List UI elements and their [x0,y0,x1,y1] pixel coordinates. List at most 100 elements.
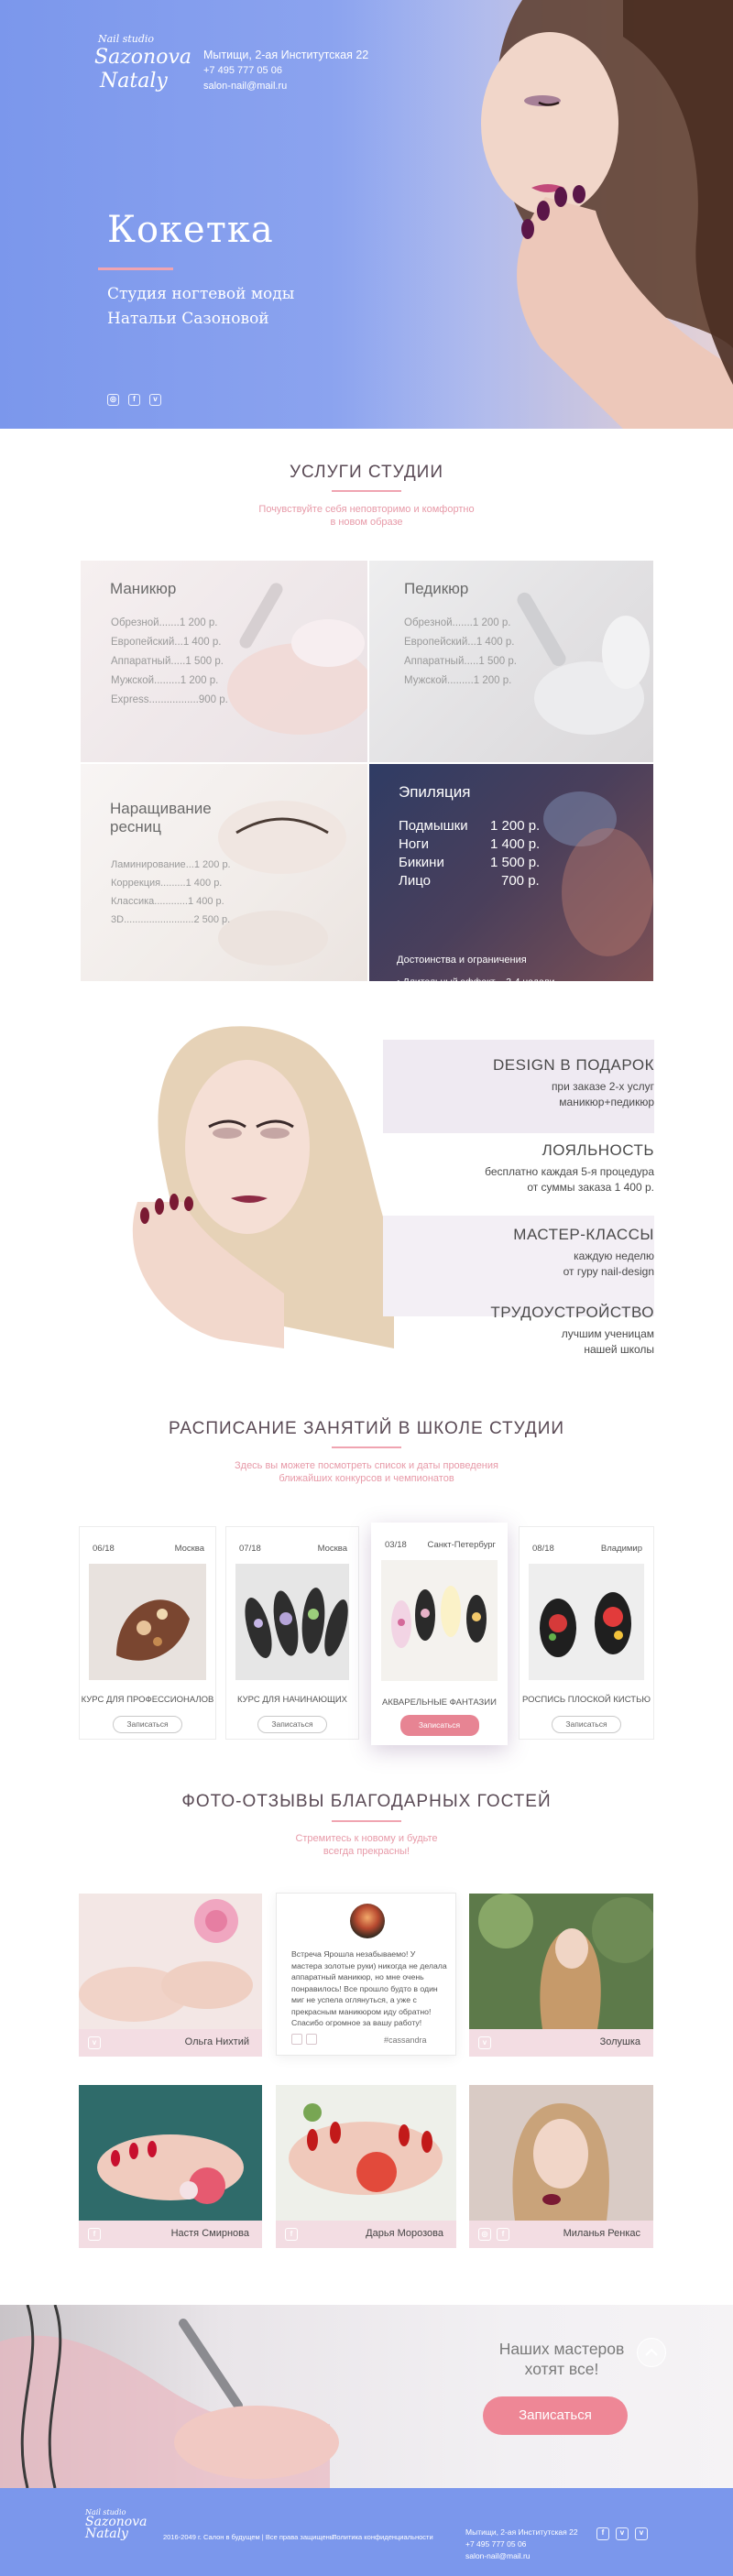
review-photo [79,2085,262,2221]
services-subtitle: Почувствуйте себя неповторимо и комфортн… [229,503,504,529]
facebook-icon[interactable] [306,2034,317,2045]
hero-email[interactable]: salon-nail@mail.ru [203,79,368,94]
hero-title: Кокетка [107,209,274,251]
promo-text: лучшим ученицам нашей школы [490,1326,654,1358]
facebook-icon[interactable]: f [128,394,140,406]
schedule-course-name: РОСПИСЬ ПЛОСКОЙ КИСТЬЮ [522,1695,651,1705]
schedule-date: 07/18 [239,1544,261,1554]
lashes-title: Наращивание ресниц [110,800,212,836]
logo[interactable]: Nail studio Sazonova Nataly [87,33,191,97]
cta-text-line2: хотят все! [524,2360,599,2378]
review-footer: v Ольга Нихтий [79,2029,262,2057]
price-name: Ноги [399,836,430,852]
footer-policy-link[interactable]: Политика конфиденциальности [332,2533,433,2541]
vk-icon[interactable]: v [616,2527,629,2540]
promo-item-loyalty: ЛОЯЛЬНОСТЬ бесплатно каждая 5-я процедур… [485,1141,654,1195]
service-card-manicure[interactable]: Маникюр Обрезной....... 1 200 р. Европейс… [81,561,367,762]
facebook-icon[interactable]: f [285,2228,298,2241]
review-card[interactable]: v Ольга Нихтий [79,1894,262,2057]
hero-subtitle-line2: Натальи Сазоновой [107,310,269,328]
promo-head: МАСТЕР-КЛАССЫ [513,1226,654,1243]
schedule-date: 03/18 [385,1540,407,1550]
price-name: Обрезной [111,617,159,628]
epilation-advantages: • Длительный эффект – 3-4 недели • Низка… [397,975,632,1019]
review-author: Ольга Нихтий [184,2036,249,2047]
review-card[interactable]: f Дарья Морозова [276,2085,456,2248]
schedule-card-featured[interactable]: 03/18 Санкт-Петербург АКВАРЕЛЬНЫЕ ФАНТАЗ… [371,1523,508,1745]
promo-head: DESIGN В ПОДАРОК [493,1056,654,1074]
signup-button-primary[interactable]: Записаться [399,1715,479,1736]
promo-text-line: каждую неделю [574,1250,654,1262]
promo-text-line: при заказе 2-х услуг [551,1080,654,1093]
price-value: 1 500 р. [478,656,517,667]
promo-item-masterclass: МАСТЕР-КЛАССЫ каждую неделю от гуру nail-… [513,1226,654,1280]
schedule-city: Санкт-Петербург [427,1540,496,1550]
review-card[interactable]: f Настя Смирнова [79,2085,262,2248]
footer-address: Мытищи, 2-ая Институтская 22 [465,2527,578,2537]
vk-icon[interactable]: v [478,2036,491,2049]
review-card[interactable]: ◎ f Миланья Ренкас [469,2085,653,2248]
review-photo [276,2085,456,2221]
facebook-icon[interactable]: f [497,2228,509,2241]
chevron-up-icon [645,2348,658,2356]
review-photo [79,1894,262,2029]
price-value: 1 200 р. [473,675,512,686]
service-card-lashes[interactable]: Наращивание ресниц Ламинирование... 1 200… [81,764,367,981]
lashes-title-line2: ресниц [110,818,162,835]
cta-manicure-image [0,2305,339,2488]
price-value: 2 500 р. [193,914,231,925]
review-quote: Встреча Ярошла незабываемо! У мастера зо… [291,1949,447,2027]
schedule-city: Москва [317,1544,347,1554]
hero-divider [98,267,173,270]
footer-email[interactable]: salon-nail@mail.ru [465,2550,578,2562]
review-author: Настя Смирнова [170,2228,249,2239]
vk-icon[interactable]: v [88,2036,101,2049]
price-row: Ноги 1 400 р. [399,835,540,854]
price-row: Обрезной....... 1 200 р. [404,614,517,633]
price-value: 1 200 р. [180,675,219,686]
vk-icon[interactable]: v [635,2527,648,2540]
schedule-card[interactable]: 08/18 Владимир РОСПИСЬ ПЛОСКОЙ КИСТЬЮ За… [519,1526,654,1740]
price-value: 1 200 р. [472,617,511,628]
facebook-icon[interactable]: f [596,2527,609,2540]
price-value: 1 500 р. [490,855,541,870]
service-card-epilation[interactable]: Эпиляция Подмышки 1 200 р. Ноги 1 400 р. Б… [369,764,653,981]
hero-phone[interactable]: +7 495 777 05 06 [203,63,368,79]
price-name: Классика [111,896,155,907]
schedule-subtitle-line1: Здесь вы можете посмотреть список и даты… [235,1460,498,1471]
schedule-card[interactable]: 06/18 Москва КУРС ДЛЯ ПРОФЕССИОНАЛОВ Зап… [79,1526,216,1740]
review-card[interactable]: v Золушка [469,1894,653,2057]
scroll-up-button[interactable] [637,2338,666,2367]
advantage-item: • Низкая вероятность врастания волос [397,991,571,1002]
schedule-card[interactable]: 07/18 Москва КУРС ДЛЯ НАЧИНАЮЩИХ Записат… [225,1526,359,1740]
price-row: Мужской......... 1 200 р. [404,671,517,691]
advantage-item: • Длительный эффект – 3-4 недели [397,977,555,988]
hero-address: Мытищи, 2-ая Институтская 22 [203,49,369,61]
review-footer: ◎ f Миланья Ренкас [469,2221,653,2248]
reviews-subtitle: Стремитесь к новому и будьте всегда прек… [229,1832,504,1858]
review-text-card[interactable]: Встреча Ярошла незабываемо! У мастера зо… [276,1893,456,2056]
price-name: Ламинирование [111,859,186,870]
manicure-price-list: Обрезной....... 1 200 р. Европейский... 1 … [111,614,228,710]
price-name: Express [111,694,149,705]
instagram-icon[interactable]: ◎ [107,394,119,406]
footer-phone[interactable]: +7 495 777 05 06 [465,2538,578,2550]
cta-signup-button[interactable]: Записаться [483,2396,628,2435]
signup-button[interactable]: Записаться [552,1716,621,1733]
footer-logo[interactable]: Nail studio Sazonova Nataly [85,2508,147,2540]
review-footer: v Золушка [469,2029,653,2057]
reviews-subtitle-line1: Стремитесь к новому и будьте [295,1833,438,1844]
service-card-pedicure[interactable]: Педикюр Обрезной....... 1 200 р. Европейс… [369,561,653,762]
cta-section [0,2305,733,2488]
instagram-icon[interactable]: ◎ [478,2228,491,2241]
price-name: Лицо [399,873,431,889]
avatar [350,1904,385,1938]
price-row: Мужской......... 1 200 р. [111,671,228,691]
signup-button[interactable]: Записаться [257,1716,327,1733]
facebook-icon[interactable]: f [88,2228,101,2241]
vk-icon[interactable]: v [149,394,161,406]
signup-button[interactable]: Записаться [113,1716,182,1733]
instagram-icon[interactable] [291,2034,302,2045]
price-value: 1 400 р. [490,836,541,852]
promo-text-line: от суммы заказа 1 400 р. [527,1181,654,1194]
